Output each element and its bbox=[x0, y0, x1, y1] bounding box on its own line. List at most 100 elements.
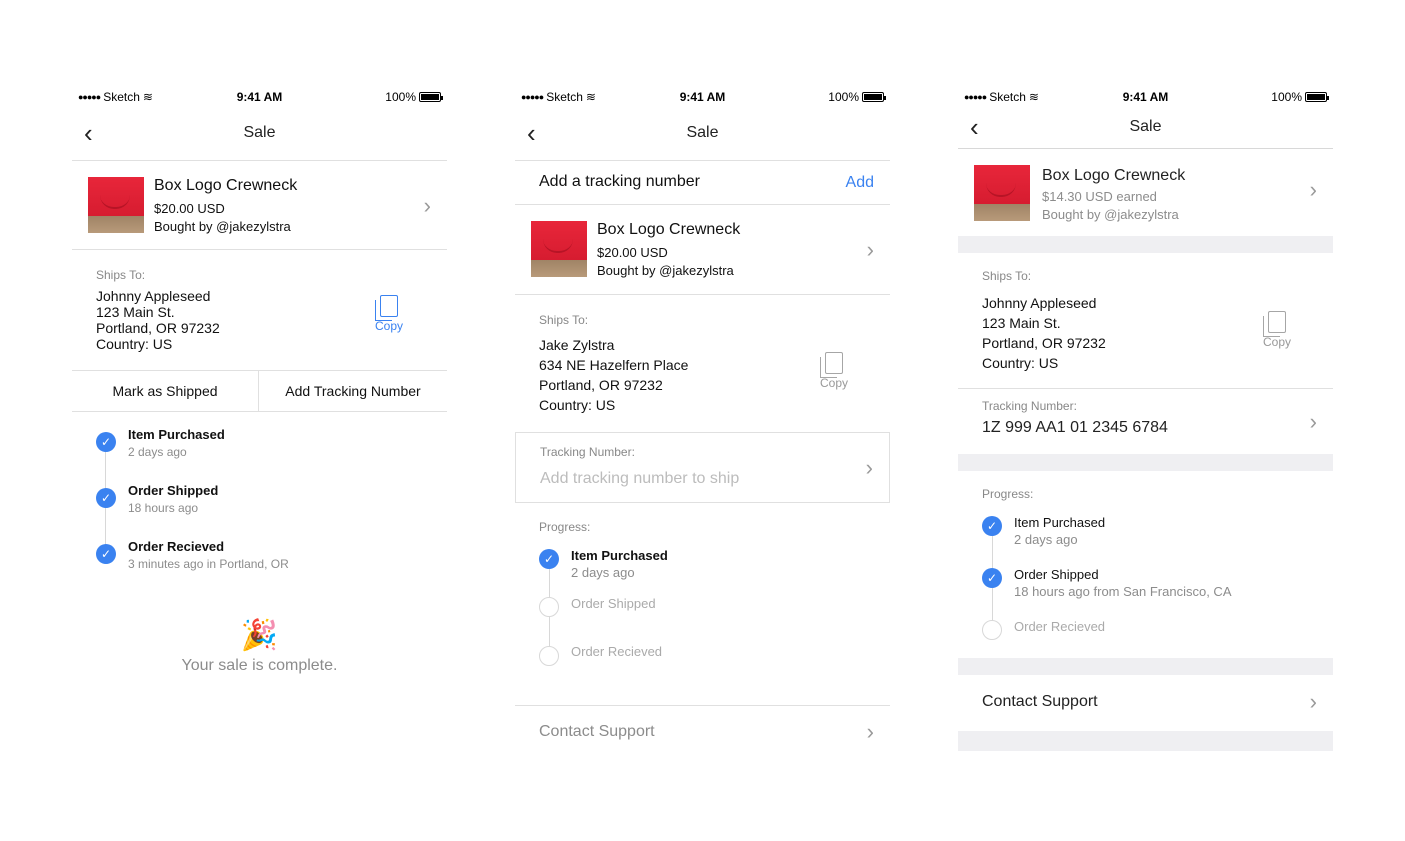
tracking-number-row[interactable]: Tracking Number: 1Z 999 AA1 01 2345 6784… bbox=[958, 389, 1333, 454]
chevron-right-icon: › bbox=[1309, 689, 1317, 714]
copy-button[interactable]: Copy bbox=[375, 295, 403, 333]
address-line: Jake Zylstra bbox=[539, 337, 615, 353]
step-title: Item Purchased bbox=[571, 548, 668, 563]
product-buyer: Bought by @jakezylstra bbox=[1042, 207, 1179, 222]
product-row[interactable]: Box Logo Crewneck $20.00 USD Bought by @… bbox=[72, 161, 447, 250]
ships-to-label: Ships To: bbox=[96, 268, 146, 282]
address-line: 634 NE Hazelfern Place bbox=[539, 357, 689, 373]
product-price: $20.00 USD bbox=[154, 201, 225, 216]
screen-order-shipped: ●●●●● Sketch ≋ 9:41 AM 100% ‹ Sale Box Log… bbox=[958, 80, 1333, 751]
product-name: Box Logo Crewneck bbox=[154, 177, 298, 194]
product-row[interactable]: Box Logo Crewneck $14.30 USD earned Boug… bbox=[958, 149, 1333, 236]
step-time: 18 hours ago bbox=[128, 501, 199, 515]
product-name: Box Logo Crewneck bbox=[597, 221, 741, 238]
step-time: 18 hours ago from San Francisco, CA bbox=[1014, 584, 1232, 599]
step-time: 3 minutes ago in Portland, OR bbox=[128, 557, 289, 571]
copy-button[interactable]: Copy bbox=[1263, 311, 1291, 349]
battery-icon bbox=[862, 92, 886, 102]
add-tracking-number-button[interactable]: Add Tracking Number bbox=[259, 371, 447, 411]
product-thumbnail bbox=[531, 221, 587, 277]
battery-percent: 100% bbox=[828, 90, 859, 104]
tracking-banner: Add a tracking number Add bbox=[515, 161, 890, 205]
check-circle-icon: ✓ bbox=[539, 549, 559, 569]
tracking-number-field[interactable]: Tracking Number: Add tracking number to … bbox=[515, 432, 890, 503]
address-line: Johnny Appleseed bbox=[982, 295, 1097, 311]
empty-circle-icon bbox=[539, 597, 559, 617]
chevron-right-icon: › bbox=[1309, 177, 1317, 202]
address-line: Country: US bbox=[96, 336, 173, 352]
party-popper-icon: 🎉 bbox=[240, 619, 279, 652]
copy-button[interactable]: Copy bbox=[820, 352, 848, 390]
step-title: Order Shipped bbox=[1014, 567, 1099, 582]
address-line: 123 Main St. bbox=[982, 315, 1061, 331]
empty-circle-icon bbox=[982, 620, 1002, 640]
sale-complete-section: 🎉 Your sale is complete. bbox=[72, 619, 447, 699]
section-divider bbox=[958, 731, 1333, 751]
contact-support-row[interactable]: Contact Support › bbox=[515, 706, 890, 758]
step-title: Order Shipped bbox=[128, 483, 219, 498]
action-buttons: Mark as Shipped Add Tracking Number bbox=[72, 370, 447, 412]
status-bar: ●●●●● Sketch ≋ 9:41 AM 100% bbox=[72, 80, 447, 112]
battery-percent: 100% bbox=[1271, 90, 1302, 104]
chevron-right-icon: › bbox=[866, 237, 874, 262]
check-circle-icon: ✓ bbox=[982, 568, 1002, 588]
product-row[interactable]: Box Logo Crewneck $20.00 USD Bought by @… bbox=[515, 205, 890, 295]
product-price: $20.00 USD bbox=[597, 245, 668, 260]
address-line: Portland, OR 97232 bbox=[96, 320, 220, 336]
battery-icon bbox=[419, 92, 443, 102]
add-tracking-link[interactable]: Add bbox=[846, 174, 874, 192]
tracking-banner-text: Add a tracking number bbox=[539, 173, 700, 190]
tracking-number-value: 1Z 999 AA1 01 2345 6784 bbox=[982, 419, 1168, 436]
step-title: Order Shipped bbox=[571, 596, 656, 611]
status-bar: ●●●●● Sketch ≋ 9:41 AM 100% bbox=[958, 80, 1333, 112]
contact-support-label: Contact Support bbox=[539, 723, 655, 740]
screen-sale-complete: ●●●●● Sketch ≋ 9:41 AM 100% ‹ Sale Box Log… bbox=[72, 80, 447, 699]
ships-to-label: Ships To: bbox=[539, 313, 589, 327]
ships-to-section: Ships To: Jake Zylstra 634 NE Hazelfern … bbox=[515, 295, 890, 432]
sale-complete-message: Your sale is complete. bbox=[181, 657, 338, 674]
nav-bar: ‹ Sale bbox=[958, 112, 1333, 149]
chevron-right-icon: › bbox=[865, 455, 873, 480]
progress-label: Progress: bbox=[539, 520, 591, 534]
check-circle-icon: ✓ bbox=[96, 432, 116, 452]
copy-icon bbox=[1263, 311, 1286, 337]
step-time: 2 days ago bbox=[128, 445, 187, 459]
address-line: 123 Main St. bbox=[96, 304, 175, 320]
copy-label: Copy bbox=[820, 376, 849, 390]
progress-timeline: ✓ Item Purchased 2 days ago ✓ Order Ship… bbox=[72, 412, 447, 602]
product-thumbnail bbox=[88, 177, 144, 233]
section-divider bbox=[958, 236, 1333, 253]
progress-section: Progress: ✓ Item Purchased 2 days ago Or… bbox=[515, 503, 890, 706]
copy-label: Copy bbox=[375, 319, 404, 333]
contact-support-row[interactable]: Contact Support › bbox=[958, 675, 1333, 731]
ships-to-label: Ships To: bbox=[982, 269, 1032, 283]
chevron-right-icon: › bbox=[423, 193, 431, 218]
contact-support-label: Contact Support bbox=[982, 693, 1098, 710]
ships-to-section: Ships To: Johnny Appleseed 123 Main St. … bbox=[958, 253, 1333, 389]
section-divider bbox=[958, 454, 1333, 471]
battery-percent: 100% bbox=[385, 90, 416, 104]
page-title: Sale bbox=[1129, 118, 1162, 135]
step-title: Order Recieved bbox=[128, 539, 225, 554]
tracking-number-label: Tracking Number: bbox=[982, 399, 1077, 413]
chevron-right-icon: › bbox=[1309, 409, 1317, 434]
check-circle-icon: ✓ bbox=[982, 516, 1002, 536]
address-line: Country: US bbox=[539, 397, 616, 413]
address-line: Portland, OR 97232 bbox=[982, 335, 1106, 351]
nav-bar: ‹ Sale bbox=[515, 112, 890, 161]
screen-add-tracking: ●●●●● Sketch ≋ 9:41 AM 100% ‹ Sale Add a t… bbox=[515, 80, 890, 758]
copy-label: Copy bbox=[1263, 335, 1292, 349]
battery-icon bbox=[1305, 92, 1329, 102]
tracking-number-placeholder: Add tracking number to ship bbox=[540, 470, 740, 487]
step-title: Item Purchased bbox=[1014, 515, 1106, 530]
chevron-right-icon: › bbox=[866, 719, 874, 744]
mark-as-shipped-button[interactable]: Mark as Shipped bbox=[72, 371, 259, 411]
product-name: Box Logo Crewneck bbox=[1042, 167, 1186, 184]
step-time: 2 days ago bbox=[1014, 532, 1078, 547]
page-title: Sale bbox=[243, 124, 276, 141]
status-bar: ●●●●● Sketch ≋ 9:41 AM 100% bbox=[515, 80, 890, 112]
tracking-number-label: Tracking Number: bbox=[540, 445, 635, 459]
copy-icon bbox=[375, 295, 398, 321]
step-time: 2 days ago bbox=[571, 565, 635, 580]
address-line: Portland, OR 97232 bbox=[539, 377, 663, 393]
